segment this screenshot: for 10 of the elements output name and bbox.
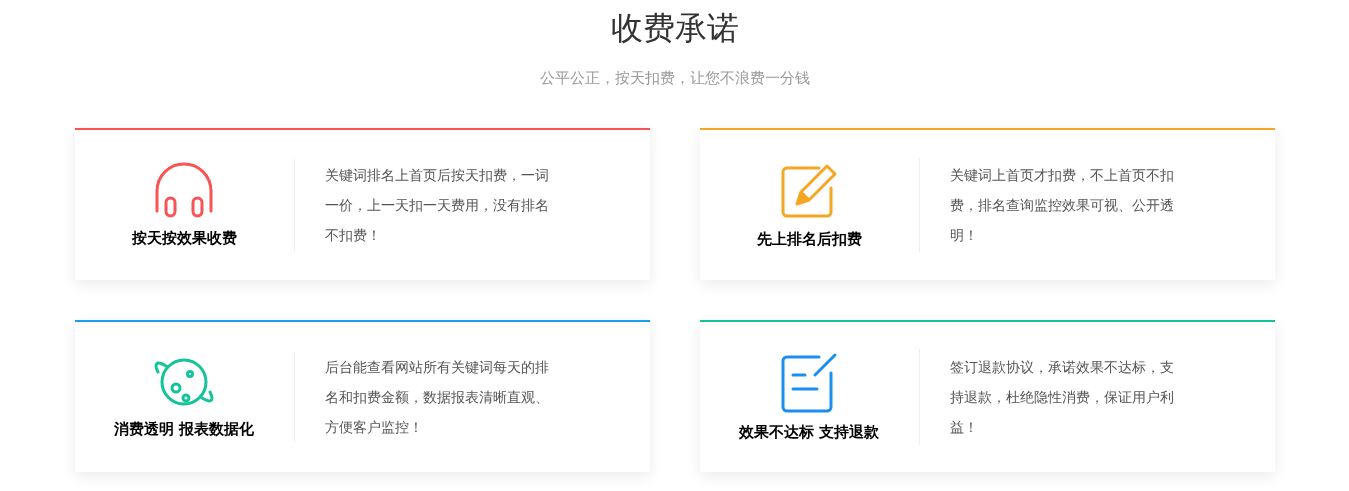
section-title: 收费承诺 [610,9,739,48]
feature-title: 效果不达标 支持退款 [739,421,879,442]
feature-title: 按天按效果收费 [131,227,237,248]
section-subtitle: 公平公正，按天扣费，让您不浪费一分钱 [539,68,810,88]
feature-description: 关键词排名上首页后按天扣费，一词一价，上一天扣一天费用，没有排名不扣费！ [324,166,550,245]
feature-description: 关键词上首页才扣费，不上首页不扣费，排名查询监控效果可视、公开透明！ [949,166,1175,245]
feature-description: 后台能查看网站所有关键词每天的排名和扣费金额，数据报表清晰直观、方便客户监控！ [324,358,550,437]
feature-description: 签订退款协议，承诺效果不达标，支持退款，杜绝隐性消费，保证用户利益！ [949,358,1175,437]
feature-title: 先上排名后扣费 [756,228,862,249]
feature-title: 消费透明 报表数据化 [114,418,254,439]
